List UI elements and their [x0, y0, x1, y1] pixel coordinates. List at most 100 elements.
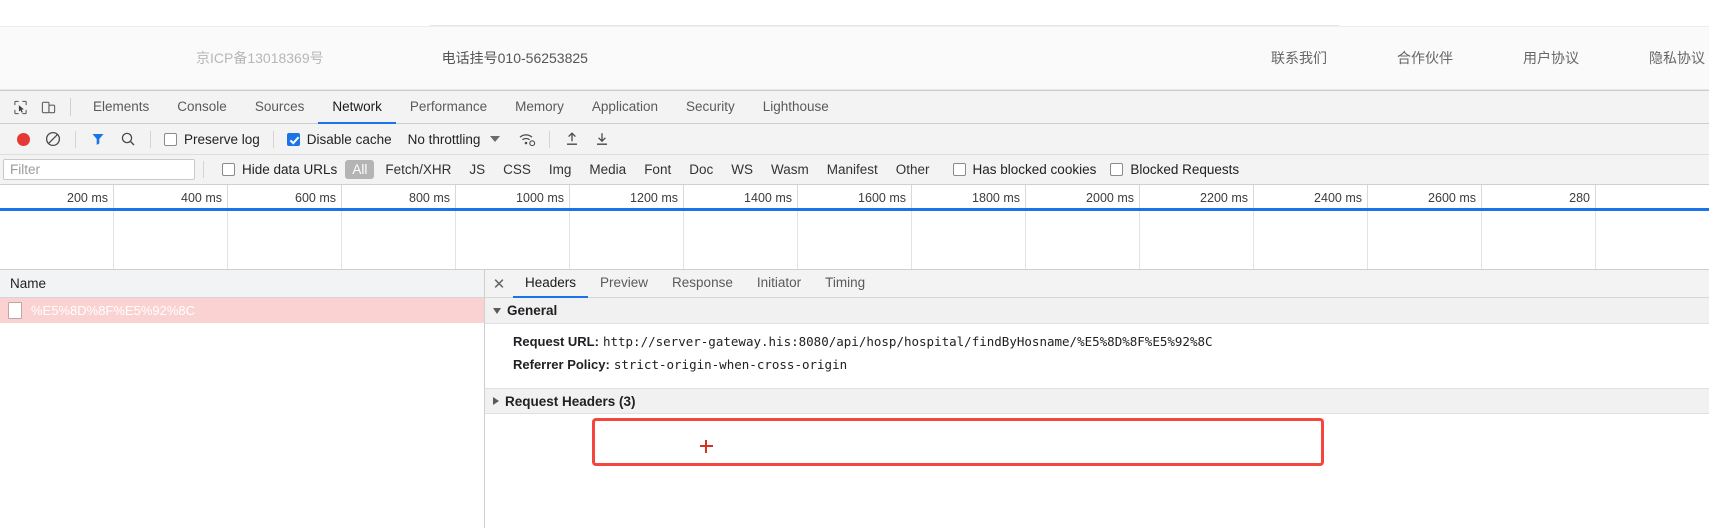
chip-img[interactable]: Img [542, 160, 579, 179]
chip-ws[interactable]: WS [724, 160, 760, 179]
request-headers-title: Request Headers (3) [505, 393, 636, 409]
tab-lighthouse[interactable]: Lighthouse [749, 91, 843, 124]
tab-network[interactable]: Network [318, 91, 396, 124]
details-tab-timing[interactable]: Timing [813, 270, 877, 298]
inspect-element-icon[interactable] [6, 94, 34, 120]
chevron-down-icon [490, 136, 501, 142]
devtools-tablist: Elements Console Sources Network Perform… [79, 91, 843, 124]
footer-link-privacy-agreement[interactable]: 隐私协议 [1649, 48, 1705, 68]
has-blocked-cookies-checkbox[interactable]: Has blocked cookies [952, 162, 1097, 177]
hide-data-urls-checkbox[interactable]: Hide data URLs [222, 162, 337, 177]
overview-cell [1140, 211, 1254, 269]
details-tab-initiator[interactable]: Initiator [745, 270, 813, 298]
phone-registration-text: 电话挂号010-56253825 [441, 50, 588, 66]
request-row[interactable]: %E5%8D%8F%E5%92%8C [0, 298, 484, 323]
preserve-log-checkbox[interactable]: Preserve log [158, 132, 266, 147]
ruler-tick: 1000 ms [516, 191, 564, 205]
tab-security[interactable]: Security [672, 91, 749, 124]
chip-all[interactable]: All [345, 160, 375, 179]
chip-js[interactable]: JS [462, 160, 492, 179]
icp-license-text: 京ICP备13018369号 [196, 50, 324, 66]
footer-link-contact-us[interactable]: 联系我们 [1271, 48, 1327, 68]
request-list-pane: Name %E5%8D%8F%E5%92%8C [0, 270, 485, 528]
footer-link-partners[interactable]: 合作伙伴 [1397, 48, 1453, 68]
device-toolbar-icon[interactable] [34, 94, 62, 120]
chip-fetch-xhr[interactable]: Fetch/XHR [378, 160, 458, 179]
details-tab-response[interactable]: Response [660, 270, 745, 298]
ruler-tick: 2200 ms [1200, 191, 1248, 205]
close-icon[interactable]: ✕ [485, 270, 513, 298]
chip-manifest[interactable]: Manifest [820, 160, 885, 179]
chip-other[interactable]: Other [889, 160, 937, 179]
network-overview-grid[interactable] [0, 211, 1709, 270]
blocked-requests-checkbox[interactable]: Blocked Requests [1110, 162, 1239, 177]
import-har-icon[interactable] [557, 127, 587, 151]
ruler-tick: 1800 ms [972, 191, 1020, 205]
network-split-view: Name %E5%8D%8F%E5%92%8C ✕ Headers Previe… [0, 270, 1709, 528]
blocked-requests-label: Blocked Requests [1130, 162, 1240, 177]
ruler-tick: 2600 ms [1428, 191, 1476, 205]
site-footer: 京ICP备13018369号 电话挂号010-56253825 联系我们 合作伙… [0, 27, 1709, 90]
overview-cell [228, 211, 342, 269]
chip-font[interactable]: Font [637, 160, 678, 179]
tab-elements[interactable]: Elements [79, 91, 163, 124]
overview-cell [1026, 211, 1140, 269]
toolbar-divider-4 [549, 130, 551, 148]
request-details-pane: ✕ Headers Preview Response Initiator Tim… [485, 270, 1709, 528]
blocked-requests-box [1110, 163, 1124, 176]
details-tablist: ✕ Headers Preview Response Initiator Tim… [485, 270, 1709, 298]
details-tab-headers[interactable]: Headers [513, 270, 589, 298]
chip-css[interactable]: CSS [496, 160, 538, 179]
ruler-tick: 1400 ms [744, 191, 792, 205]
chevron-down-icon [493, 307, 501, 314]
ruler-tick: 280 [1569, 191, 1590, 205]
throttling-value: No throttling [407, 131, 481, 147]
disable-cache-checkbox[interactable]: Disable cache [281, 132, 398, 147]
footer-link-user-agreement[interactable]: 用户协议 [1523, 48, 1579, 68]
request-url-value[interactable]: http://server-gateway.his:8080/api/hosp/… [603, 334, 1213, 349]
site-top-strip [0, 0, 1709, 27]
site-divider-rule [430, 25, 1339, 26]
chip-wasm[interactable]: Wasm [764, 160, 816, 179]
toolbar-divider-2 [150, 130, 151, 148]
tab-memory[interactable]: Memory [501, 91, 578, 124]
request-url-row: Request URL: http://server-gateway.his:8… [513, 330, 1709, 353]
overview-cell [912, 211, 1026, 269]
site-footer-links: 联系我们 合作伙伴 用户协议 隐私协议 [1271, 48, 1709, 68]
network-timeline-ruler[interactable]: 200 ms 400 ms 600 ms 800 ms 1000 ms 1200… [0, 185, 1709, 211]
details-empty-area [485, 414, 1709, 528]
request-list-header[interactable]: Name [0, 270, 484, 298]
disable-cache-label: Disable cache [306, 131, 392, 147]
tab-sources[interactable]: Sources [241, 91, 319, 124]
general-section-header[interactable]: General [485, 298, 1709, 324]
ruler-tick: 200 ms [67, 191, 108, 205]
request-headers-section-header[interactable]: Request Headers (3) [485, 388, 1709, 414]
chip-doc[interactable]: Doc [682, 160, 720, 179]
details-tab-preview[interactable]: Preview [588, 270, 660, 298]
overview-cell [684, 211, 798, 269]
filter-placeholder: Filter [10, 162, 40, 177]
tab-application[interactable]: Application [578, 91, 672, 124]
overview-cell [114, 211, 228, 269]
devtools-panel: Elements Console Sources Network Perform… [0, 90, 1709, 529]
network-conditions-icon[interactable] [512, 127, 542, 151]
overview-cell [456, 211, 570, 269]
tab-performance[interactable]: Performance [396, 91, 501, 124]
chip-media[interactable]: Media [582, 160, 633, 179]
request-list-empty-area [0, 323, 484, 528]
filter-input[interactable]: Filter [3, 159, 195, 180]
has-blocked-cookies-box [952, 163, 966, 176]
record-stop-icon[interactable] [8, 127, 38, 151]
search-icon[interactable] [113, 127, 143, 151]
tab-console[interactable]: Console [163, 91, 241, 124]
throttling-dropdown[interactable]: No throttling [408, 132, 501, 147]
has-blocked-cookies-label: Has blocked cookies [972, 162, 1097, 177]
ruler-tick: 800 ms [409, 191, 450, 205]
clear-icon[interactable] [38, 127, 68, 151]
ruler-tick: 2400 ms [1314, 191, 1362, 205]
export-har-icon[interactable] [587, 127, 617, 151]
filter-funnel-icon[interactable] [83, 127, 113, 151]
hide-data-urls-box [222, 163, 235, 176]
overview-cell [342, 211, 456, 269]
